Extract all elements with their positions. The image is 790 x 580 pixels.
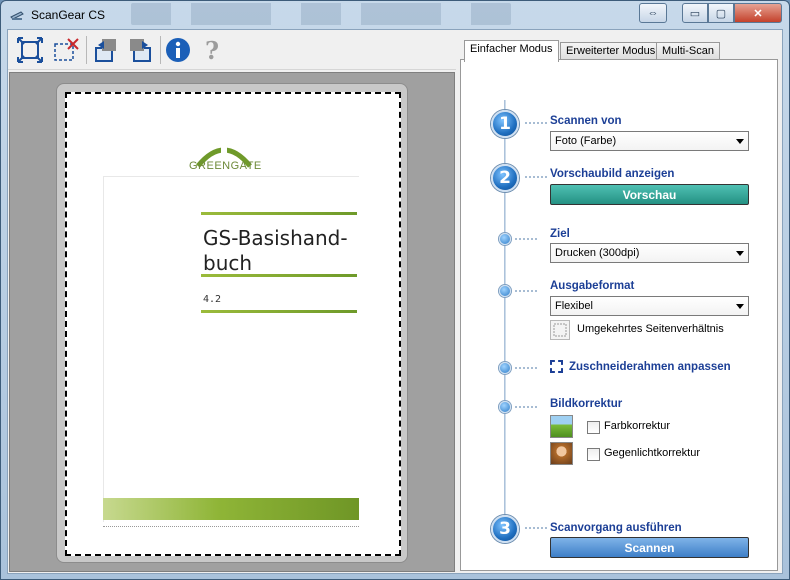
logo-text: GREENGATE bbox=[189, 160, 262, 172]
preview-button[interactable]: Vorschau bbox=[550, 184, 749, 205]
ziel-label: Ziel bbox=[550, 228, 570, 240]
title-bar[interactable]: ScanGear CS ⇔ ▭ ▢ ✕ bbox=[1, 1, 789, 29]
rotate-left-icon bbox=[95, 39, 116, 62]
aspect-ratio-icon bbox=[553, 323, 567, 337]
doc-green-rule bbox=[201, 310, 357, 313]
step-1-icon: 1 bbox=[491, 110, 519, 138]
document-title-line: buch bbox=[203, 251, 253, 275]
doc-green-rule bbox=[201, 212, 357, 215]
step-connector bbox=[515, 290, 537, 292]
document-title: GS-Basishand- buch bbox=[203, 226, 363, 276]
rotate-right-icon bbox=[130, 39, 151, 62]
window-title: ScanGear CS bbox=[31, 8, 106, 22]
vorschau-label: Vorschaubild anzeigen bbox=[550, 168, 675, 180]
scannen-von-label: Scannen von bbox=[550, 115, 622, 127]
toolbar: ? bbox=[8, 30, 456, 70]
scanvorgang-label: Scanvorgang ausführen bbox=[550, 522, 682, 534]
invert-ratio-button[interactable] bbox=[550, 320, 570, 340]
document-version: 4.2 bbox=[203, 294, 222, 305]
step-dot-icon bbox=[499, 285, 511, 297]
document-title-line: GS-Basishand- bbox=[203, 226, 348, 250]
ausgabeformat-select[interactable]: Flexibel bbox=[550, 296, 749, 316]
svg-text:?: ? bbox=[205, 37, 219, 63]
auto-crop-button[interactable] bbox=[14, 35, 46, 65]
farbkorrektur-checkbox[interactable] bbox=[587, 421, 600, 434]
ausgabeformat-label: Ausgabeformat bbox=[550, 280, 635, 292]
toolbar-separator bbox=[160, 36, 161, 64]
step-connector bbox=[515, 238, 537, 240]
step-dot-icon bbox=[499, 362, 511, 374]
close-button[interactable]: ✕ bbox=[734, 3, 782, 23]
info-button[interactable] bbox=[162, 35, 194, 65]
step-connector bbox=[515, 367, 537, 369]
chevron-down-icon bbox=[736, 139, 744, 144]
ausgabeformat-value: Flexibel bbox=[555, 300, 593, 312]
gegenlicht-label: Gegenlichtkorrektur bbox=[604, 447, 700, 459]
step-connector bbox=[525, 176, 547, 178]
crop-auto-icon bbox=[17, 37, 43, 63]
step-connector bbox=[525, 527, 547, 529]
adjust-crop-link[interactable]: Zuschneiderahmen anpassen bbox=[550, 360, 731, 373]
crop-frame[interactable]: GREENGATE GS-Basishand- buch 4.2 bbox=[65, 92, 401, 556]
rotate-left-button[interactable] bbox=[90, 35, 122, 65]
swap-view-button[interactable]: ⇔ bbox=[639, 3, 667, 23]
tab-erweiterter-modus[interactable]: Erweiterter Modus bbox=[560, 42, 662, 60]
info-icon bbox=[166, 38, 190, 62]
tab-multi-scan[interactable]: Multi-Scan bbox=[656, 42, 720, 60]
adjust-crop-label: Zuschneiderahmen anpassen bbox=[569, 360, 731, 373]
step-connector bbox=[525, 122, 547, 124]
toolbar-separator bbox=[86, 36, 87, 64]
maximize-button[interactable]: ▢ bbox=[708, 3, 734, 23]
scanner-app-icon bbox=[10, 11, 24, 20]
tab-content: 1 Scannen von Foto (Farbe) 2 Vorschaubil… bbox=[460, 59, 778, 571]
landscape-thumb-icon bbox=[550, 415, 573, 438]
ziel-select[interactable]: Drucken (300dpi) bbox=[550, 243, 749, 263]
bildkorrektur-label: Bildkorrektur bbox=[550, 398, 623, 410]
invert-ratio-label: Umgekehrtes Seitenverhältnis bbox=[577, 323, 724, 335]
background-window-ghost bbox=[131, 3, 511, 25]
rotate-right-button[interactable] bbox=[124, 35, 156, 65]
help-button[interactable]: ? bbox=[196, 35, 228, 65]
crop-frame-icon bbox=[550, 360, 563, 373]
scannen-von-select[interactable]: Foto (Farbe) bbox=[550, 131, 749, 151]
step-3-icon: 3 bbox=[491, 515, 519, 543]
step-dot-icon bbox=[499, 233, 511, 245]
scan-button[interactable]: Scannen bbox=[550, 537, 749, 558]
client-area: ? GREENGATE GS-Basishand- buch 4.2 Einfa… bbox=[7, 29, 783, 574]
chevron-down-icon bbox=[736, 304, 744, 309]
doc-green-band bbox=[103, 498, 359, 520]
step-connector bbox=[515, 406, 537, 408]
step-dot-icon bbox=[499, 401, 511, 413]
help-icon: ? bbox=[205, 37, 219, 63]
preview-area[interactable]: GREENGATE GS-Basishand- buch 4.2 bbox=[9, 72, 455, 572]
scangear-window: ScanGear CS ⇔ ▭ ▢ ✕ ? GREENGATE GS-Basis… bbox=[0, 0, 790, 580]
clear-crop-button[interactable] bbox=[50, 35, 82, 65]
preview-frame: GREENGATE GS-Basishand- buch 4.2 bbox=[56, 83, 408, 563]
tab-einfacher-modus[interactable]: Einfacher Modus bbox=[464, 40, 559, 62]
minimize-button[interactable]: ▭ bbox=[682, 3, 708, 23]
gegenlicht-checkbox[interactable] bbox=[587, 448, 600, 461]
crop-clear-icon bbox=[54, 38, 79, 61]
scannen-von-value: Foto (Farbe) bbox=[555, 135, 617, 147]
settings-panel: Einfacher Modus Erweiterter Modus Multi-… bbox=[460, 36, 782, 573]
portrait-thumb-icon bbox=[550, 442, 573, 465]
ziel-value: Drucken (300dpi) bbox=[555, 247, 640, 259]
doc-footer-rule bbox=[103, 526, 359, 527]
farbkorrektur-label: Farbkorrektur bbox=[604, 420, 671, 432]
chevron-down-icon bbox=[736, 251, 744, 256]
step-2-icon: 2 bbox=[491, 164, 519, 192]
